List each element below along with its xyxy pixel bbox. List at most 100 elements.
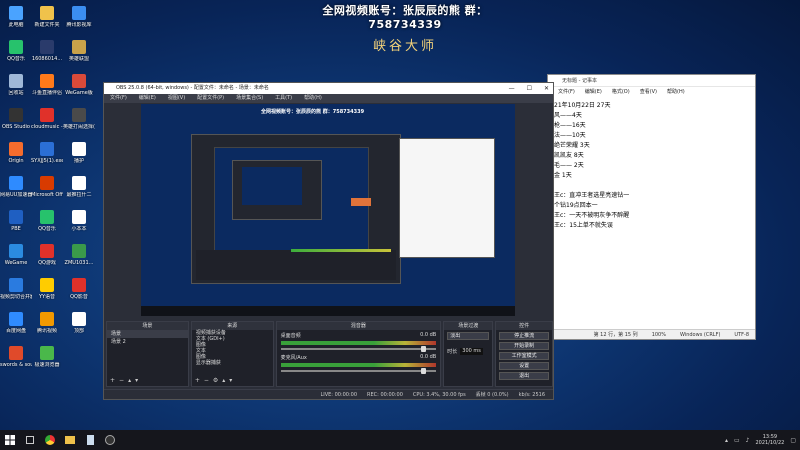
desktop-icon[interactable]: 播护 <box>63 142 95 164</box>
desktop-icon[interactable]: 最推拉什二 <box>63 176 95 198</box>
desktop-icon-label: 英雄打闹选择(7.12版本) <box>63 124 95 130</box>
obs-menu-item[interactable]: 工具(T) <box>275 94 292 103</box>
desktop-icon-label: WeGame <box>4 260 28 266</box>
desktop-icon[interactable]: Microsoft Office <box>31 176 63 198</box>
desktop-icon[interactable]: QQ音乐 <box>31 210 63 232</box>
desktop-icon[interactable]: QQ影音 <box>63 278 95 300</box>
app-icon <box>40 244 54 258</box>
nested-highlight <box>351 198 371 206</box>
control-button[interactable]: 退出 <box>499 372 550 380</box>
source-item[interactable]: 显示器捕获 <box>192 360 273 366</box>
remove-icon[interactable]: − <box>204 377 209 384</box>
notepad-text-area[interactable]: 21年10月22日 27天 风——4天 枪——16天 法——10天 绝芒荣耀 3天 凯凯友… <box>548 97 755 317</box>
start-button[interactable] <box>0 430 20 450</box>
desktop-icon[interactable]: 腾讯影视库 <box>63 6 95 28</box>
gear-icon[interactable]: ⚙ <box>213 377 218 384</box>
desktop-icon[interactable]: 视频剪切合并器 <box>0 278 32 300</box>
desktop-icon[interactable]: 16086014... <box>31 40 63 62</box>
scene-item[interactable]: 场景 2 <box>107 338 188 346</box>
maximize-icon[interactable]: ☐ <box>527 83 532 94</box>
desktop-icon[interactable]: 英雄联盟 <box>63 40 95 62</box>
obs-menu-item[interactable]: 编辑(E) <box>139 94 156 103</box>
chevron-down-icon[interactable]: ▾ <box>135 377 138 384</box>
obs-preview-canvas[interactable]: 全网视频账号：张辰辰的熊 群：758734339 <box>141 104 515 316</box>
desktop-icon[interactable]: WeGame <box>0 244 32 266</box>
desktop-icon[interactable]: OBS Studio <box>0 108 32 130</box>
desktop-icon[interactable]: 英雄打闹选择(7.12版本) <box>63 108 95 130</box>
obs-taskbar-icon[interactable] <box>100 430 120 450</box>
network-icon[interactable]: ▭ <box>734 437 740 444</box>
notepad-titlebar[interactable]: 无标题 - 记事本 <box>548 75 755 87</box>
close-icon[interactable]: ✕ <box>544 83 549 94</box>
volume-slider[interactable] <box>280 346 437 352</box>
obs-menu-item[interactable]: 配置文件(P) <box>197 94 224 103</box>
app-icon <box>72 74 86 88</box>
chevron-up-icon[interactable]: ▴ <box>128 377 131 384</box>
nested-meter <box>291 249 391 252</box>
chevron-down-icon[interactable]: ▾ <box>229 377 232 384</box>
notepad-menu-item[interactable]: 查看(V) <box>640 87 657 97</box>
notepad-menu-item[interactable]: 帮助(H) <box>667 87 685 97</box>
app-icon <box>72 40 86 54</box>
obs-menu-item[interactable]: 场景集合(S) <box>236 94 263 103</box>
obs-window[interactable]: OBS 25.0.8 (64-bit, windows) - 配置文件：未命名 … <box>103 82 554 400</box>
desktop-icon[interactable]: 顶部 <box>63 312 95 334</box>
chrome-icon[interactable] <box>40 430 60 450</box>
desktop-icon[interactable]: YY语音 <box>31 278 63 300</box>
notification-icon[interactable]: ▢ <box>790 437 796 444</box>
notepad-window[interactable]: 无标题 - 记事本 文件(F) 编辑(E) 格式(O) 查看(V) 帮助(H) 21年1… <box>547 74 756 340</box>
desktop-icon[interactable]: 小本本 <box>63 210 95 232</box>
notepad-menu-item[interactable]: 编辑(E) <box>585 87 602 97</box>
desktop-icon[interactable]: 腾讯视频 <box>31 312 63 334</box>
desktop-icon[interactable]: Origin <box>0 142 32 164</box>
obs-status-item: LIVE: 00:00:00 <box>320 392 358 398</box>
desktop-icon[interactable]: QQ音乐 <box>0 40 32 62</box>
obs-status-item: REC: 00:00:00 <box>367 392 403 398</box>
windows-icon <box>5 435 15 445</box>
transition-select[interactable]: 淡出 <box>447 332 490 340</box>
obs-menu-item[interactable]: 帮助(H) <box>304 94 322 103</box>
add-icon[interactable]: + <box>110 377 115 384</box>
chevron-up-icon[interactable]: ▴ <box>222 377 225 384</box>
notepad-line: 王c：直冲王者选星亮速钻一 <box>554 192 630 199</box>
notepad-taskbar-icon[interactable] <box>80 430 100 450</box>
desktop-icon[interactable]: 回收站 <box>0 74 32 96</box>
desktop-icon[interactable]: 新建文件夹 <box>31 6 63 28</box>
remove-icon[interactable]: − <box>119 377 124 384</box>
control-button[interactable]: 开始录制 <box>499 342 550 350</box>
task-view-icon[interactable] <box>20 430 40 450</box>
clock[interactable]: 13:59 2021/10/22 <box>756 434 785 446</box>
desktop-icon[interactable]: 网易UU加速器 <box>0 176 32 198</box>
duration-input[interactable]: 300 ms <box>460 348 483 355</box>
control-button[interactable]: 停止推流 <box>499 332 550 340</box>
control-button[interactable]: 工作室模式 <box>499 352 550 360</box>
desktop-icon[interactable]: swords & souls ne... <box>0 346 32 368</box>
control-button[interactable]: 设置 <box>499 362 550 370</box>
desktop-icon[interactable]: QQ游戏 <box>31 244 63 266</box>
desktop-icon[interactable]: WeGame版 <box>63 74 95 96</box>
clock-date: 2021/10/22 <box>755 440 785 446</box>
desktop-icon-label: QQ音乐 <box>7 56 25 62</box>
scene-item[interactable]: 场景 <box>107 330 188 338</box>
desktop-icon[interactable]: ZMU1031... <box>63 244 95 266</box>
chevron-up-icon[interactable]: ▴ <box>725 437 728 444</box>
notepad-menu-item[interactable]: 格式(O) <box>612 87 630 97</box>
add-icon[interactable]: + <box>195 377 200 384</box>
desktop-icon[interactable]: 斗鱼直播伴侣 <box>31 74 63 96</box>
obs-menu-item[interactable]: 视图(V) <box>168 94 185 103</box>
file-explorer-icon[interactable] <box>60 430 80 450</box>
minimize-icon[interactable]: — <box>509 83 515 94</box>
notepad-menu-item[interactable]: 文件(F) <box>558 87 575 97</box>
desktop-icon-label: Origin <box>8 158 24 164</box>
obs-menu-item[interactable]: 文件(F) <box>110 94 127 103</box>
desktop-icon[interactable]: PBE <box>0 210 32 232</box>
desktop-icon[interactable]: 极速浏览器 <box>31 346 63 368</box>
desktop-icon[interactable]: 此电脑 <box>0 6 32 28</box>
desktop-icon[interactable]: 百度网盘 <box>0 312 32 334</box>
obs-titlebar[interactable]: OBS 25.0.8 (64-bit, windows) - 配置文件：未命名 … <box>104 83 553 94</box>
volume-slider[interactable] <box>280 368 437 374</box>
desktop-icon-label: ZMU1031... <box>64 260 94 266</box>
desktop-icon[interactable]: SYXJJ5(1).exe <box>31 142 63 164</box>
volume-icon[interactable]: ♪ <box>746 437 750 444</box>
desktop-icon[interactable]: cloudmusic - 快捷方式 <box>31 108 63 130</box>
